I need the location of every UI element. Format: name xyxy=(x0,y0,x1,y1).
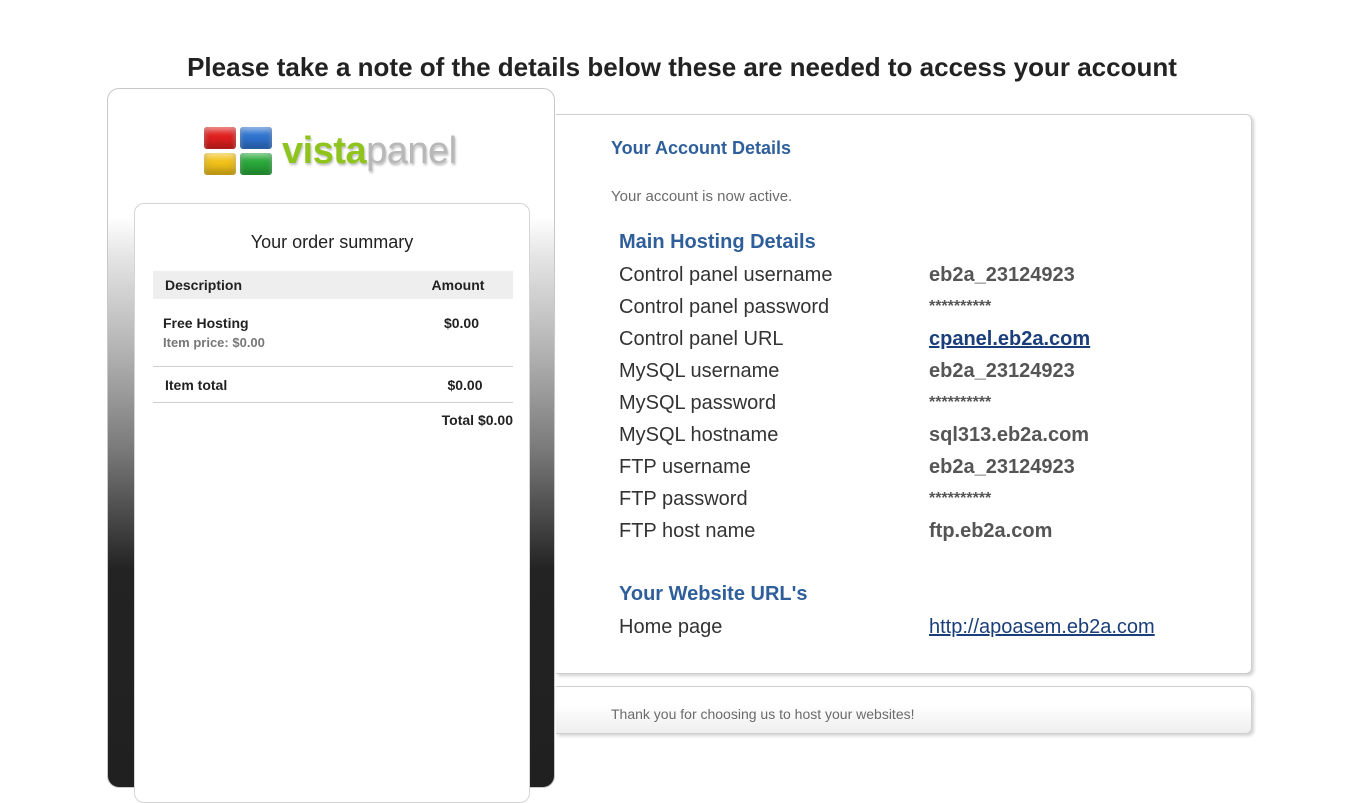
page-heading: Please take a note of the details below … xyxy=(187,52,1177,82)
mysql-hostname-value: sql313.eb2a.com xyxy=(929,424,1090,446)
homepage-link[interactable]: http://apoasem.eb2a.com xyxy=(929,616,1155,639)
mysql-username-value: eb2a_23124923 xyxy=(929,360,1075,382)
grand-total: Total $0.00 xyxy=(441,412,513,428)
order-table: Description Amount Free Hosting Item pri… xyxy=(153,271,513,428)
ftp-username-value: eb2a_23124923 xyxy=(929,456,1075,478)
detail-row: MySQL password ********** xyxy=(619,392,1239,424)
item-total-amount: $0.00 xyxy=(447,376,483,393)
account-status: Your account is now active. xyxy=(611,188,793,205)
footer-text: Thank you for choosing us to host your w… xyxy=(611,706,915,722)
account-details-title: Your Account Details xyxy=(611,138,792,158)
detail-label: MySQL hostname xyxy=(619,424,779,446)
vistapanel-logo-icon xyxy=(204,127,272,175)
item-price: Item price: $0.00 xyxy=(163,335,265,350)
detail-label: MySQL username xyxy=(619,360,780,382)
ftp-password-value: ********** xyxy=(929,490,992,507)
description-header: Description xyxy=(165,277,243,293)
detail-row: Control panel URL cpanel.eb2a.com xyxy=(619,328,1239,360)
detail-label: Control panel username xyxy=(619,264,833,286)
detail-row: MySQL hostname sql313.eb2a.com xyxy=(619,424,1239,456)
cpanel-password-value: ********** xyxy=(929,298,992,315)
detail-label: FTP password xyxy=(619,488,748,510)
mysql-password-value: ********** xyxy=(929,394,992,411)
logo-text: vistapanel xyxy=(282,129,457,172)
detail-label: Control panel URL xyxy=(619,328,784,350)
detail-row: FTP password ********** xyxy=(619,488,1239,520)
website-url-heading: Your Website URL's xyxy=(619,583,808,605)
order-panel: vistapanel Your order summary Descriptio… xyxy=(107,88,555,803)
vistapanel-logo: vistapanel xyxy=(204,125,457,177)
item-amount: $0.00 xyxy=(443,315,479,331)
order-summary-title: Your order summary xyxy=(250,232,414,252)
order-table-header: Description Amount xyxy=(153,271,513,299)
detail-label: Control panel password xyxy=(619,296,830,318)
amount-header: Amount xyxy=(431,277,485,293)
detail-row: MySQL username eb2a_23124923 xyxy=(619,360,1239,392)
detail-label: MySQL password xyxy=(619,392,777,414)
item-total-row: Item total $0.00 xyxy=(153,367,513,403)
order-item-row: Free Hosting Item price: $0.00 $0.00 xyxy=(153,299,513,367)
order-summary-box: Your order summary Description Amount Fr… xyxy=(134,203,530,803)
item-total-label: Item total xyxy=(165,376,228,393)
item-name: Free Hosting xyxy=(163,315,249,331)
detail-row: FTP host name ftp.eb2a.com xyxy=(619,520,1239,552)
footer-panel: Thank you for choosing us to host your w… xyxy=(556,686,1252,734)
account-details-panel: Your Account Details Your account is now… xyxy=(556,114,1252,674)
cpanel-username-value: eb2a_23124923 xyxy=(929,264,1075,286)
detail-row: Home page http://apoasem.eb2a.com xyxy=(619,616,1239,648)
detail-label: FTP username xyxy=(619,456,751,478)
detail-label: Home page xyxy=(619,616,723,638)
detail-label: FTP host name xyxy=(619,520,756,542)
detail-row: Control panel username eb2a_23124923 xyxy=(619,264,1239,296)
cpanel-url-link[interactable]: cpanel.eb2a.com xyxy=(929,328,1090,351)
ftp-hostname-value: ftp.eb2a.com xyxy=(929,520,1053,542)
detail-row: FTP username eb2a_23124923 xyxy=(619,456,1239,488)
detail-row: Control panel password ********** xyxy=(619,296,1239,328)
main-hosting-heading: Main Hosting Details xyxy=(619,231,816,253)
